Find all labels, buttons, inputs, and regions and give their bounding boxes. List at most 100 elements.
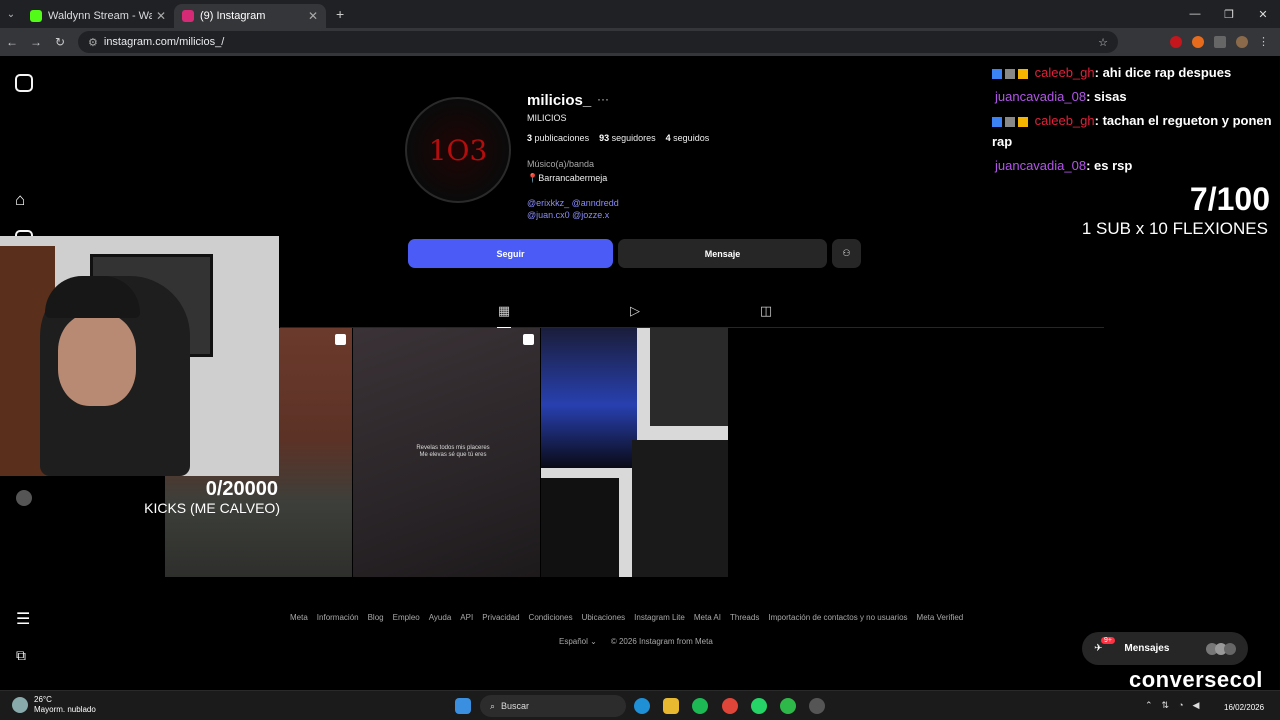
wifi-icon[interactable]: ◔ (1178, 700, 1183, 711)
mentions-line[interactable]: @juan.cx0 @jozze.x (527, 209, 619, 221)
reload-icon[interactable]: ↻ (48, 35, 72, 49)
close-tab-icon[interactable]: ✕ (308, 9, 318, 23)
app-settings-icon[interactable] (809, 698, 825, 714)
caption-line: Me elevas sé que tú eres (419, 452, 487, 458)
more-menu-icon[interactable]: ☰ (16, 609, 30, 629)
site-info-icon[interactable]: ⚙ (88, 36, 98, 49)
address-bar-row: ← → ↻ ⚙ instagram.com/milicios_/ ☆ ⋮ (0, 28, 1280, 56)
volume-icon[interactable]: ◀ (1193, 700, 1200, 711)
footer-link[interactable]: Importación de contactos y no usuarios (768, 613, 907, 622)
badge-icon (992, 116, 1002, 127)
taskbar-search[interactable]: ⌕ Buscar (480, 695, 626, 717)
followers-stat[interactable]: 93 seguidores (599, 133, 656, 143)
sub-goal-label: 1 SUB x 10 FLEXIONES (1081, 219, 1268, 238)
profile-stats: 3 publicaciones 93 seguidores 4 seguidos (527, 133, 709, 143)
tab-kick-stream[interactable]: Waldynn Stream - Watch Live o ✕ (22, 4, 174, 28)
url-field[interactable]: ⚙ instagram.com/milicios_/ ☆ (78, 31, 1118, 53)
bookmark-star-icon[interactable]: ☆ (1098, 36, 1108, 49)
search-icon: ⌕ (490, 700, 496, 711)
home-icon[interactable]: ⌂ (15, 190, 25, 210)
extension-red-icon[interactable] (1170, 36, 1182, 48)
profile-category: Músico(a)/banda (527, 159, 595, 169)
weather-text: Mayorm. nublado (34, 705, 96, 714)
collage-photo (650, 328, 728, 426)
profile-avatar-icon[interactable] (1236, 36, 1248, 48)
minimize-icon[interactable]: — (1178, 8, 1212, 20)
chat-message: juancavadia_08: sisas (992, 86, 1278, 107)
tab-search-icon[interactable]: ⌄ (0, 9, 22, 20)
file-explorer-icon[interactable] (663, 698, 679, 714)
footer-link[interactable]: Privacidad (482, 613, 519, 622)
weather-widget[interactable]: 26°C Mayorm. nublado (34, 695, 96, 715)
extensions: ⋮ (1170, 36, 1270, 48)
footer-link[interactable]: API (460, 613, 473, 622)
extensions-puzzle-icon[interactable] (1214, 36, 1226, 48)
chat-username: juancavadia_08 (995, 89, 1087, 104)
back-icon[interactable]: ← (0, 35, 24, 49)
chat-text: : sisas (1086, 89, 1127, 104)
footer-link[interactable]: Meta (290, 613, 308, 622)
footer-link[interactable]: Meta AI (694, 613, 721, 622)
sub-goal-counter: 7/100 (1189, 181, 1270, 217)
streamer-face (58, 314, 136, 406)
close-tab-icon[interactable]: ✕ (156, 9, 166, 23)
chat-message: juancavadia_08: es rsp (992, 155, 1278, 176)
footer-links: Meta Información Blog Empleo Ayuda API P… (290, 613, 963, 622)
profile-avatar-icon[interactable] (16, 490, 32, 506)
chevron-up-icon[interactable]: ⌃ (1145, 700, 1153, 711)
footer-link[interactable]: Meta Verified (917, 613, 964, 622)
restore-icon[interactable]: ❐ (1212, 8, 1246, 21)
edge-icon[interactable] (634, 698, 650, 714)
footer-link[interactable]: Threads (730, 613, 759, 622)
weather-icon[interactable] (12, 697, 28, 713)
extension-orange-icon[interactable] (1192, 36, 1204, 48)
menu-dots-icon[interactable]: ⋮ (1258, 36, 1270, 48)
new-tab-button[interactable]: + (336, 6, 344, 22)
suggest-user-button[interactable]: ⚇ (832, 239, 861, 268)
profile-avatar[interactable]: 1O3 (405, 97, 511, 203)
chrome-icon[interactable] (722, 698, 738, 714)
tab-reels-icon[interactable]: ▷ (628, 304, 642, 318)
footer-link[interactable]: Ubicaciones (582, 613, 626, 622)
profile-full-name: MILICIOS (527, 113, 567, 123)
browser-tab-bar: ⌄ Waldynn Stream - Watch Live o ✕ (9) In… (0, 0, 1280, 28)
chat-username: caleeb_gh (1034, 65, 1095, 80)
footer-link[interactable]: Empleo (393, 613, 420, 622)
footer-link[interactable]: Ayuda (429, 613, 452, 622)
footer-link[interactable]: Blog (368, 613, 384, 622)
footer-link[interactable]: Instagram Lite (634, 613, 685, 622)
language-select[interactable]: Español ⌄ (559, 637, 597, 646)
chat-text: : es rsp (1086, 158, 1133, 173)
forward-icon[interactable]: → (24, 35, 48, 49)
whatsapp-icon[interactable] (751, 698, 767, 714)
footer-link[interactable]: Condiciones (529, 613, 573, 622)
spotify-icon[interactable] (692, 698, 708, 714)
posts-count: 3 (527, 133, 533, 143)
meta-apps-icon[interactable]: ⧉ (16, 647, 26, 664)
profile-mentions: @erixkkz_ @anndredd @juan.cx0 @jozze.x (527, 197, 619, 221)
chevron-down-icon: ⌄ (590, 637, 597, 646)
following-stat[interactable]: 4 seguidos (666, 133, 710, 143)
kicks-counter: 0/20000 (205, 478, 278, 500)
kick-favicon-icon (30, 10, 42, 22)
app-green-icon[interactable] (780, 698, 796, 714)
tab-instagram[interactable]: (9) Instagram ✕ (174, 4, 326, 28)
reel-icon (335, 334, 346, 345)
mentions-line[interactable]: @erixkkz_ @anndredd (527, 197, 619, 209)
instagram-logo-icon[interactable] (15, 74, 33, 92)
copyright: © 2026 Instagram from Meta (610, 637, 713, 646)
post-tile[interactable]: Revelas todos mis placeres Me elevas sé … (353, 328, 540, 577)
windows-start-icon[interactable] (455, 698, 471, 714)
footer-link[interactable]: Información (317, 613, 359, 622)
taskbar-clock[interactable]: 16/02/2026 (1224, 703, 1264, 712)
profile-options-button[interactable]: ··· (597, 92, 609, 106)
posts-stat: 3 publicaciones (527, 133, 589, 143)
tab-tagged-icon[interactable]: ◫ (759, 304, 773, 318)
post-tile[interactable] (541, 328, 728, 577)
network-icon[interactable]: ⇅ (1162, 700, 1170, 711)
follow-button[interactable]: Seguir (408, 239, 613, 268)
tab-posts-grid-icon[interactable]: ▦ (497, 304, 511, 328)
messages-label: Mensajes (1124, 643, 1170, 654)
close-window-icon[interactable]: ✕ (1246, 8, 1280, 21)
message-button[interactable]: Mensaje (618, 239, 827, 268)
